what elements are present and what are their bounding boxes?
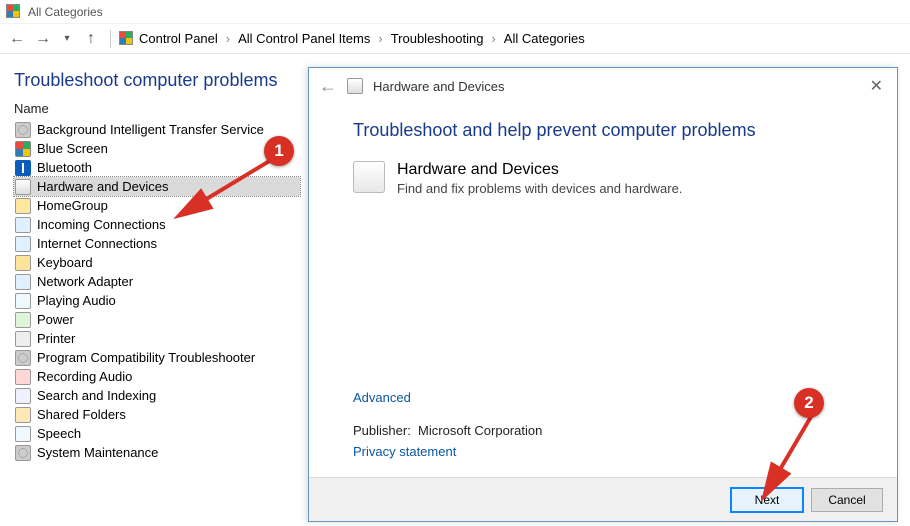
list-item-label: System Maintenance [37,445,158,460]
srch-icon [15,388,31,404]
publisher-label: Publisher: [353,423,411,438]
list-item[interactable]: Power [14,310,300,329]
key-icon [15,255,31,271]
flag-icon [15,141,31,157]
list-item-label: Background Intelligent Transfer Service [37,122,264,137]
annotation-badge-1: 1 [264,136,294,166]
hardware-devices-icon [353,161,385,193]
dev-icon [15,179,31,195]
spk-icon [15,293,31,309]
list-item-label: Power [37,312,74,327]
up-button[interactable]: ↑ [80,30,102,48]
forward-button[interactable]: → [32,30,54,48]
window-title: All Categories [28,5,103,19]
control-panel-icon [6,4,22,20]
list-item[interactable]: Background Intelligent Transfer Service [14,120,300,139]
list-item-label: Recording Audio [37,369,132,384]
net-icon [15,217,31,233]
control-panel-icon [119,31,135,47]
nav-separator [110,30,111,48]
list-item-label: Blue Screen [37,141,108,156]
list-item-label: Hardware and Devices [37,179,169,194]
list-item[interactable]: Playing Audio [14,291,300,310]
list-item-label: Network Adapter [37,274,133,289]
dialog-header: ← Hardware and Devices ✕ [309,68,897,104]
breadcrumb-seg[interactable]: Troubleshooting [391,31,484,46]
list-item[interactable]: Keyboard [14,253,300,272]
list-item-label: Search and Indexing [37,388,156,403]
bt-icon [15,160,31,176]
address-bar: ← → ▾ ↑ Control Panel› All Control Panel… [0,24,910,54]
list-item-label: Playing Audio [37,293,116,308]
list-item-label: Internet Connections [37,236,157,251]
advanced-link[interactable]: Advanced [353,390,867,405]
troubleshooter-item[interactable]: Hardware and Devices Find and fix proble… [353,161,867,196]
back-button[interactable]: ← [6,30,28,48]
publisher-value: Microsoft Corporation [418,423,542,438]
list-item[interactable]: Program Compatibility Troubleshooter [14,348,300,367]
prn-icon [15,331,31,347]
list-item[interactable]: Network Adapter [14,272,300,291]
dialog-back-button[interactable]: ← [319,76,337,97]
gear-icon [15,445,31,461]
spk-icon [15,426,31,442]
dialog-heading: Troubleshoot and help prevent computer p… [353,120,867,141]
list-item-label: Program Compatibility Troubleshooter [37,350,255,365]
list-item-label: Incoming Connections [37,217,166,232]
list-item[interactable]: Internet Connections [14,234,300,253]
home-icon [15,198,31,214]
column-header-name[interactable]: Name [14,101,300,120]
breadcrumb[interactable]: Control Panel› All Control Panel Items› … [139,31,585,46]
annotation-arrow-2 [757,405,837,505]
list-item-label: Printer [37,331,75,346]
rec-icon [15,369,31,385]
pwr-icon [15,312,31,328]
list-item-label: Shared Folders [37,407,126,422]
history-dropdown[interactable]: ▾ [58,33,76,44]
fld-icon [15,407,31,423]
list-item[interactable]: Printer [14,329,300,348]
breadcrumb-seg[interactable]: All Control Panel Items [238,31,370,46]
list-item-label: HomeGroup [37,198,108,213]
gear-icon [15,122,31,138]
hardware-devices-icon [347,78,363,94]
list-item[interactable]: System Maintenance [14,443,300,462]
breadcrumb-seg[interactable]: Control Panel [139,31,218,46]
troubleshooter-item-desc: Find and fix problems with devices and h… [397,181,682,196]
list-item-label: Bluetooth [37,160,92,175]
list-item[interactable]: Speech [14,424,300,443]
dialog-title: Hardware and Devices [373,79,505,94]
list-item-label: Keyboard [37,255,93,270]
list-item[interactable]: Recording Audio [14,367,300,386]
net-icon [15,274,31,290]
list-item-label: Speech [37,426,81,441]
list-item[interactable]: Shared Folders [14,405,300,424]
list-item[interactable]: Search and Indexing [14,386,300,405]
gear-icon [15,350,31,366]
close-icon[interactable]: ✕ [866,76,887,96]
annotation-badge-2: 2 [794,388,824,418]
troubleshooter-item-title: Hardware and Devices [397,161,682,179]
breadcrumb-seg[interactable]: All Categories [504,31,585,46]
net-icon [15,236,31,252]
explorer-titlebar: All Categories [0,0,910,24]
